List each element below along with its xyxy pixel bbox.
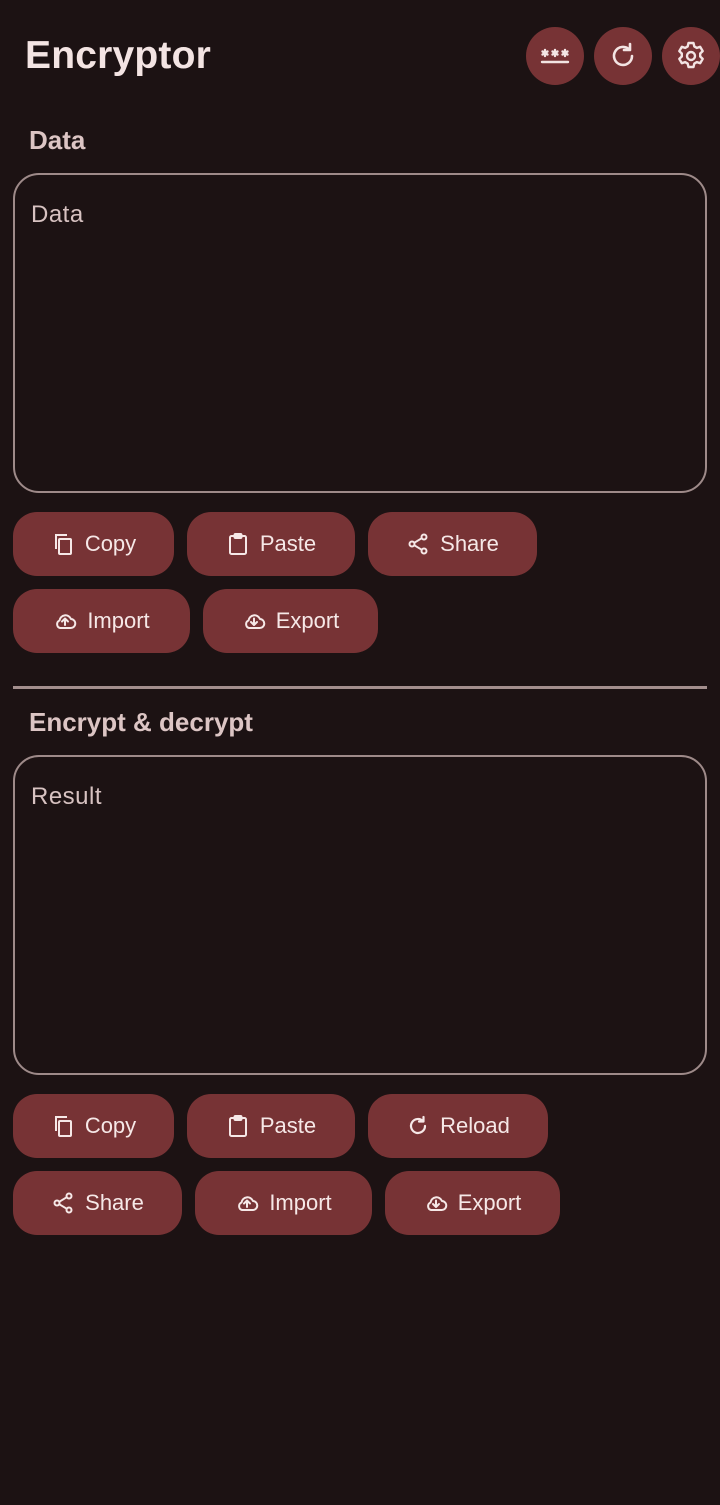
share-icon xyxy=(53,1192,73,1214)
refresh-button[interactable] xyxy=(594,27,652,85)
data-export-button[interactable]: Export xyxy=(203,589,378,653)
result-section-title: Encrypt & decrypt xyxy=(29,707,253,737)
result-share-label: Share xyxy=(85,1190,144,1215)
result-copy-button[interactable]: Copy xyxy=(13,1094,174,1158)
data-paste-label: Paste xyxy=(259,531,317,556)
result-output[interactable]: Result xyxy=(13,755,707,1075)
data-share-button[interactable]: Share xyxy=(368,512,537,576)
settings-button[interactable] xyxy=(662,27,720,85)
data-section-title: Data xyxy=(29,125,86,155)
copy-icon xyxy=(54,1116,72,1137)
result-output-placeholder: Result xyxy=(31,783,103,810)
copy-icon xyxy=(54,534,72,555)
result-import-button[interactable]: Import xyxy=(195,1171,372,1235)
data-actions-row-2: Import Export xyxy=(13,589,378,653)
cloud-upload-icon xyxy=(56,614,77,629)
password-icon xyxy=(540,48,570,64)
result-copy-label: Copy xyxy=(84,1113,137,1138)
password-button[interactable] xyxy=(526,27,584,85)
cloud-download-icon xyxy=(426,1196,447,1211)
result-export-button[interactable]: Export xyxy=(385,1171,560,1235)
data-input[interactable]: Data xyxy=(13,173,707,493)
result-actions-row-1: Copy Paste Reload xyxy=(13,1094,548,1158)
refresh-icon xyxy=(612,42,634,67)
result-export-label: Export xyxy=(457,1190,522,1215)
paste-icon xyxy=(228,1115,247,1137)
top-actions xyxy=(526,27,720,85)
result-paste-label: Paste xyxy=(259,1113,317,1138)
result-actions-row-2: Share Import Export xyxy=(13,1171,560,1235)
data-input-placeholder: Data xyxy=(31,201,84,228)
data-copy-label: Copy xyxy=(84,531,137,556)
share-icon xyxy=(408,533,428,555)
cloud-download-icon xyxy=(244,614,265,629)
settings-icon xyxy=(678,41,704,69)
result-share-button[interactable]: Share xyxy=(13,1171,182,1235)
data-paste-button[interactable]: Paste xyxy=(187,512,355,576)
data-copy-button[interactable]: Copy xyxy=(13,512,174,576)
result-reload-label: Reload xyxy=(440,1113,510,1138)
result-paste-button[interactable]: Paste xyxy=(187,1094,355,1158)
data-import-label: Import xyxy=(87,608,150,633)
data-import-button[interactable]: Import xyxy=(13,589,190,653)
paste-icon xyxy=(228,533,247,555)
reload-icon xyxy=(410,1115,427,1135)
section-divider xyxy=(13,686,707,689)
result-import-label: Import xyxy=(269,1190,332,1215)
data-actions-row-1: Copy Paste Share xyxy=(13,512,537,576)
data-share-label: Share xyxy=(440,531,499,556)
cloud-upload-icon xyxy=(238,1196,259,1211)
result-reload-button[interactable]: Reload xyxy=(368,1094,548,1158)
data-export-label: Export xyxy=(275,608,340,633)
app-title: Encryptor xyxy=(25,34,212,77)
